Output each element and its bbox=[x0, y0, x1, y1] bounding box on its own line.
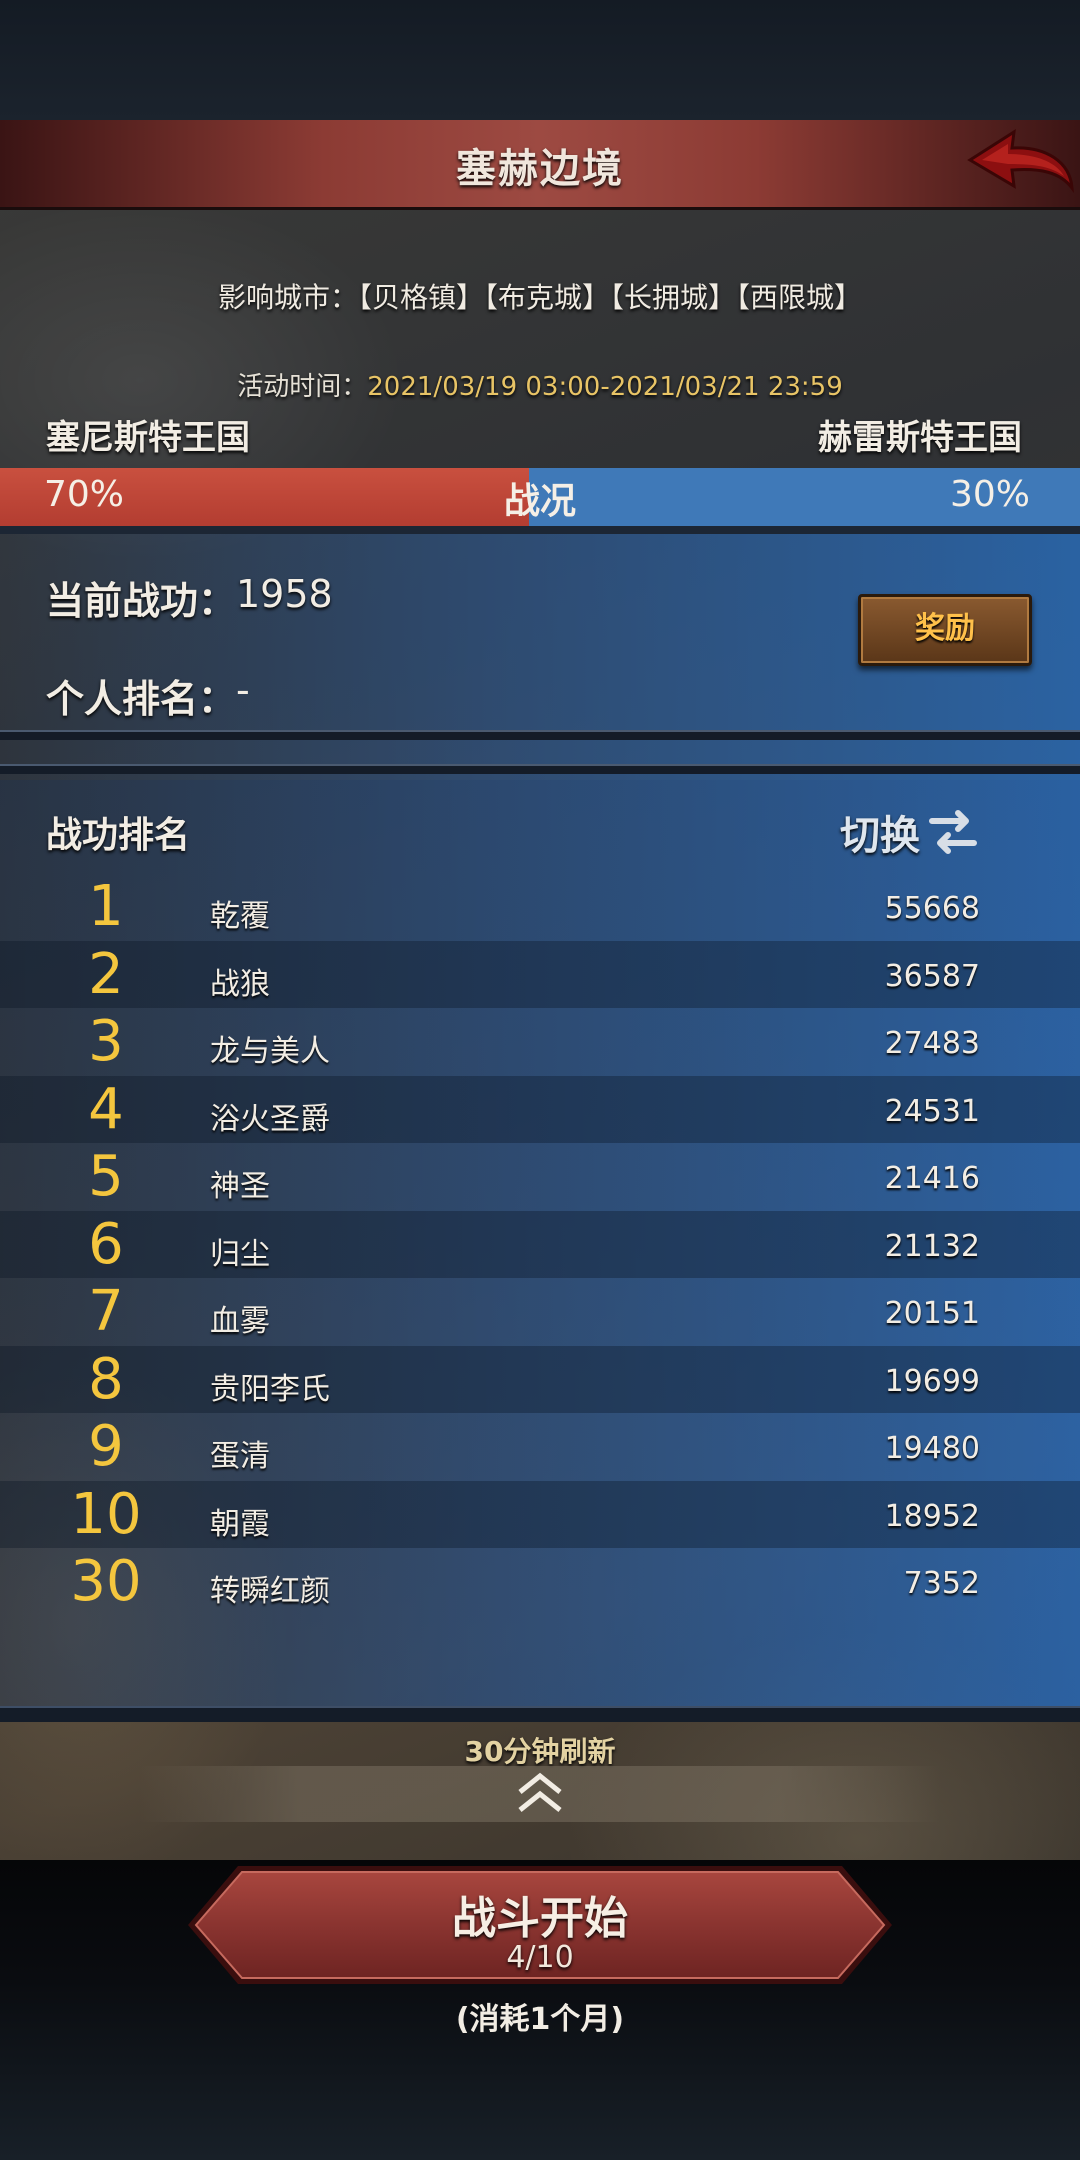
page-title: 塞赫边境 bbox=[456, 146, 624, 192]
player-score: 21132 bbox=[884, 1228, 980, 1264]
divider bbox=[0, 730, 1080, 740]
ranking-row[interactable]: 7 血雾 20151 bbox=[0, 1278, 1080, 1345]
player-name: 转瞬红颜 bbox=[210, 1574, 330, 1609]
ranking-row[interactable]: 9 蛋清 19480 bbox=[0, 1413, 1080, 1480]
reward-button[interactable]: 奖励 bbox=[858, 594, 1032, 666]
ranking-title: 战功排名 bbox=[46, 815, 191, 856]
ranking-row[interactable]: 6 归尘 21132 bbox=[0, 1210, 1080, 1278]
rank-number: 10 bbox=[70, 1481, 142, 1547]
player-name: 浴火圣爵 bbox=[210, 1101, 330, 1137]
current-merit-label: 当前战功： bbox=[46, 579, 237, 623]
battle-count: 4/10 bbox=[506, 1940, 574, 1975]
top-status-area bbox=[0, 0, 1080, 120]
ranking-row[interactable]: 2 战狼 36587 bbox=[0, 940, 1080, 1008]
player-name: 朝霞 bbox=[210, 1506, 270, 1542]
kingdom-right-name: 赫雷斯特王国 bbox=[818, 418, 1022, 458]
player-name: 蛋清 bbox=[210, 1439, 270, 1474]
player-name: 归尘 bbox=[210, 1236, 270, 1272]
ranking-row[interactable]: 30 转瞬红颜 7352 bbox=[0, 1548, 1080, 1615]
swap-arrows-icon bbox=[929, 810, 977, 854]
personal-rank-label: 个人排名： bbox=[46, 677, 237, 721]
battle-cost: (消耗1个月) bbox=[455, 2002, 625, 2037]
ranking-row[interactable]: 10 朝霞 18952 bbox=[0, 1480, 1080, 1548]
player-name: 战狼 bbox=[210, 966, 270, 1002]
rank-number: 30 bbox=[70, 1549, 142, 1614]
ranking-row[interactable]: 5 神圣 21416 bbox=[0, 1143, 1080, 1210]
player-score: 20151 bbox=[884, 1296, 980, 1331]
ranking-row[interactable]: 1 乾覆 55668 bbox=[0, 873, 1080, 940]
ranking-row[interactable]: 3 龙与美人 27483 bbox=[0, 1008, 1080, 1075]
back-button[interactable] bbox=[966, 126, 1076, 202]
back-arrow-icon bbox=[967, 129, 1074, 194]
kingdom-left-name: 塞尼斯特王国 bbox=[46, 418, 250, 458]
player-score: 27483 bbox=[884, 1026, 980, 1061]
ranking-row[interactable]: 4 浴火圣爵 24531 bbox=[0, 1075, 1080, 1143]
player-score: 18952 bbox=[884, 1498, 980, 1534]
rank-number: 1 bbox=[88, 874, 124, 939]
player-name: 乾覆 bbox=[210, 899, 270, 934]
player-score: 36587 bbox=[884, 958, 980, 994]
player-score: 21416 bbox=[884, 1161, 980, 1196]
start-battle-label: 战斗开始 bbox=[452, 1893, 628, 1944]
divider bbox=[0, 526, 1080, 534]
switch-button[interactable]: 切换 bbox=[840, 802, 980, 862]
rank-number: 5 bbox=[88, 1144, 124, 1209]
rank-number: 9 bbox=[88, 1414, 124, 1479]
war-status-label: 战况 bbox=[503, 481, 576, 522]
activity-time-label: 活动时间： bbox=[237, 372, 368, 402]
rank-number: 2 bbox=[88, 941, 124, 1007]
player-score: 7352 bbox=[903, 1566, 980, 1601]
player-score: 19699 bbox=[884, 1363, 980, 1399]
rank-number: 6 bbox=[88, 1211, 124, 1277]
activity-time: 活动时间：2021/03/19 03:00-2021/03/21 23:59 bbox=[0, 366, 1080, 403]
rank-number: 3 bbox=[88, 1009, 124, 1074]
current-merit-value: 1958 bbox=[236, 572, 333, 616]
rank-number: 8 bbox=[88, 1346, 124, 1412]
rank-number: 7 bbox=[88, 1279, 124, 1344]
influence-cities: 影响城市：【贝格镇】【布克城】【长拥城】【西限城】 bbox=[217, 281, 862, 314]
refresh-note: 30分钟刷新 bbox=[464, 1735, 616, 1768]
player-score: 24531 bbox=[884, 1093, 980, 1129]
ranking-row[interactable]: 8 贵阳李氏 19699 bbox=[0, 1345, 1080, 1413]
player-score: 19480 bbox=[884, 1431, 980, 1466]
player-name: 血雾 bbox=[210, 1304, 270, 1339]
switch-label: 切换 bbox=[840, 813, 920, 859]
player-name: 龙与美人 bbox=[210, 1034, 330, 1069]
player-score: 55668 bbox=[884, 891, 980, 926]
player-name: 贵阳李氏 bbox=[210, 1371, 330, 1407]
personal-rank-value: - bbox=[236, 668, 250, 712]
rank-number: 4 bbox=[88, 1076, 124, 1142]
player-name: 神圣 bbox=[210, 1169, 270, 1204]
divider bbox=[0, 1706, 1080, 1722]
activity-time-value: 2021/03/19 03:00-2021/03/21 23:59 bbox=[367, 372, 843, 402]
double-chevron-up-icon[interactable] bbox=[508, 1768, 572, 1820]
divider bbox=[0, 764, 1080, 774]
